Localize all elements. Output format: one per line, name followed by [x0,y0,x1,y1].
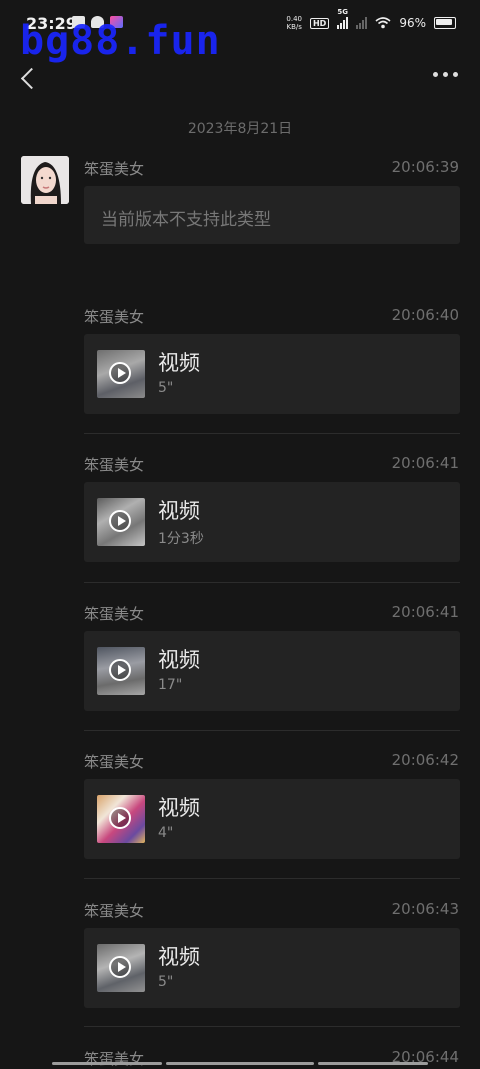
sender-name: 笨蛋美女 [84,902,145,920]
video-title: 视频 [158,945,200,969]
message-time: 20:06:42 [391,751,459,769]
video-thumbnail [97,350,145,398]
play-icon [109,362,131,384]
date-separator: 2023年8月21日 [187,121,293,137]
message-time: 20:06:39 [391,158,459,176]
video-message-item: 笨蛋美女 20:06:40 视频 5" [84,306,460,414]
signal-secondary-icon [356,17,368,29]
video-message-item: 笨蛋美女 20:06:42 视频 4" [84,751,460,859]
unsupported-message-text: 当前版本不支持此类型 [101,210,271,230]
video-title: 视频 [158,499,200,523]
video-bubble[interactable]: 视频 5" [84,928,460,1008]
signal-5g: 5G [337,8,349,29]
video-thumbnail [97,498,145,546]
video-bubble[interactable]: 视频 5" [84,334,460,414]
message-time: 20:06:40 [391,306,459,324]
message-time: 20:06:41 [391,603,459,621]
divider [84,433,460,434]
hd-badge: HD [309,17,330,29]
avatar[interactable] [21,156,69,204]
play-icon [109,659,131,681]
video-duration: 4" [158,825,174,841]
play-icon [109,956,131,978]
more-dots-icon[interactable] [433,72,458,77]
sender-name: 笨蛋美女 [84,753,145,771]
sender-name: 笨蛋美女 [84,456,145,474]
wifi-icon [375,17,391,29]
chevron-left-icon[interactable] [12,62,48,98]
video-title: 视频 [158,351,200,375]
status-indicators: 0.40 KB/s HD 5G 96% [286,8,456,31]
play-icon [109,807,131,829]
nav-bar [0,52,480,108]
message-item: 笨蛋美女 20:06:39 当前版本不支持此类型 [84,158,460,244]
video-bubble[interactable]: 视频 1分3秒 [84,482,460,562]
sender-name: 笨蛋美女 [84,605,145,623]
message-time: 20:06:43 [391,900,459,918]
battery-text: 96% [399,16,426,30]
video-message-item: 笨蛋美女 20:06:41 视频 17" [84,603,460,711]
video-message-item: 笨蛋美女 20:06:41 视频 1分3秒 [84,454,460,562]
video-thumbnail [97,944,145,992]
sender-name: 笨蛋美女 [84,160,145,178]
message-bubble[interactable]: 当前版本不支持此类型 [84,186,460,244]
divider [84,730,460,731]
video-bubble[interactable]: 视频 17" [84,631,460,711]
video-bubble[interactable]: 视频 4" [84,779,460,859]
battery-icon [434,17,456,29]
video-duration: 17" [158,677,183,693]
signal-icon [337,17,349,29]
video-thumbnail [97,647,145,695]
video-title: 视频 [158,796,200,820]
play-icon [109,510,131,532]
home-indicator[interactable] [0,1062,480,1066]
video-message-item: 笨蛋美女 20:06:43 视频 5" [84,900,460,1008]
sender-name: 笨蛋美女 [84,308,145,326]
video-duration: 5" [158,974,174,990]
divider [84,878,460,879]
divider [84,1026,460,1027]
video-title: 视频 [158,648,200,672]
divider [84,582,460,583]
avatar-image [21,156,69,204]
video-duration: 5" [158,380,174,396]
video-thumbnail [97,795,145,843]
net-speed: 0.40 KB/s [286,15,302,31]
message-time: 20:06:41 [391,454,459,472]
video-duration: 1分3秒 [158,531,204,547]
